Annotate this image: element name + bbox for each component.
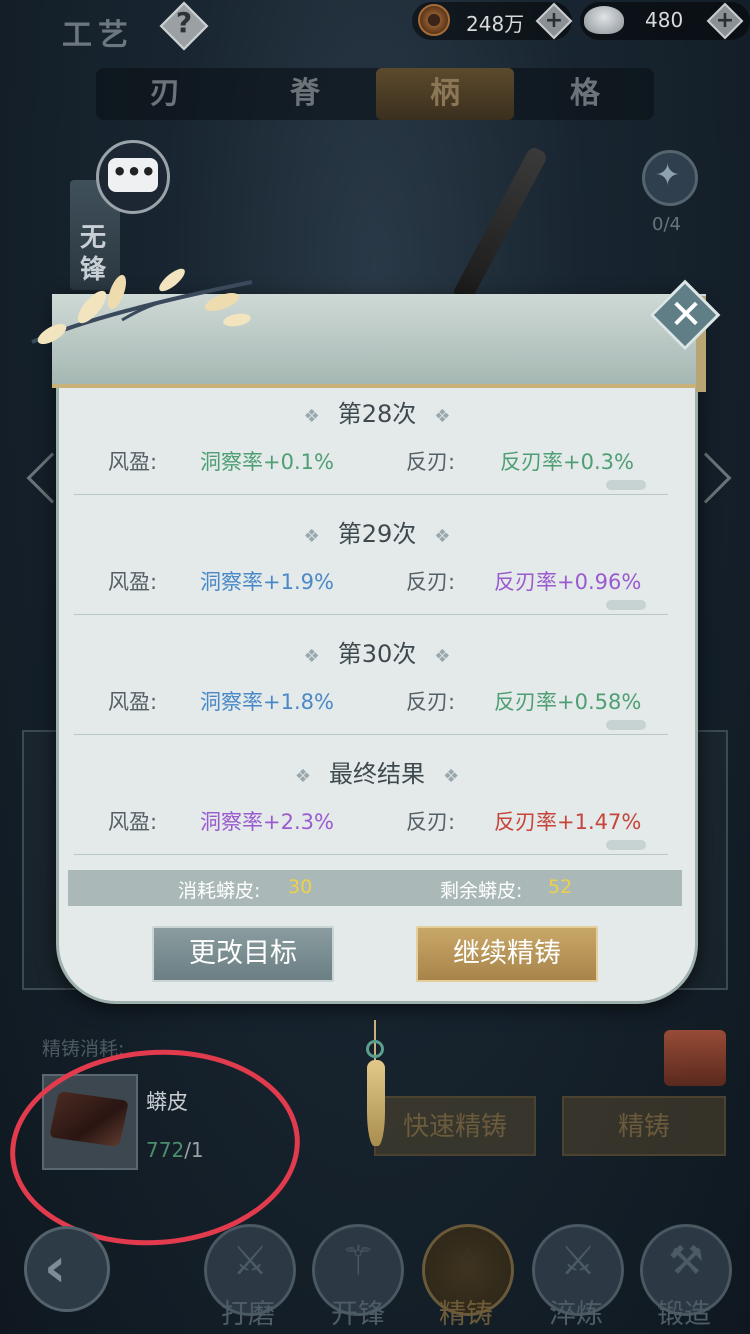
attr-value: 反刃率+0.96% xyxy=(494,570,642,594)
blade-icon: ⚚ xyxy=(340,1238,376,1284)
round-title-text: 第29次 xyxy=(337,520,417,548)
attr-label: 风盈: xyxy=(108,570,158,594)
round-title: ❖ 第29次 ❖ xyxy=(56,514,698,549)
close-icon: ✕ xyxy=(669,292,703,338)
consumed-label: 消耗蟒皮: xyxy=(178,880,261,902)
tab-hilt[interactable]: 柄 xyxy=(376,68,514,120)
cloud-decoration xyxy=(606,480,646,490)
divider xyxy=(74,734,668,735)
diamond-icon: ❖ xyxy=(303,406,320,427)
final-result-title: ❖ 最终结果 ❖ xyxy=(56,754,698,789)
round-title: ❖ 第30次 ❖ xyxy=(56,634,698,669)
coin-icon xyxy=(418,4,450,36)
attr-value: 反刃率+0.3% xyxy=(500,450,634,474)
tab-blade[interactable]: 刃 xyxy=(96,68,234,120)
final-result-text: 最终结果 xyxy=(329,760,425,788)
anvil-hammer-icon: ⚒ xyxy=(668,1238,704,1284)
help-question-mark: ? xyxy=(175,6,193,39)
crossed-swords-icon: ⚔ xyxy=(560,1238,596,1284)
divider xyxy=(74,494,668,495)
diamond-icon: ❖ xyxy=(443,766,460,787)
attr-value: 洞察率+0.1% xyxy=(200,450,334,474)
remaining-label: 剩余蟒皮: xyxy=(440,880,523,902)
consumed-value: 30 xyxy=(288,876,313,898)
attr-label: 风盈: xyxy=(108,690,158,714)
cloud-decoration xyxy=(606,720,646,730)
chat-dots: ••• xyxy=(112,158,156,186)
nav-forge-label: 锻造 xyxy=(657,1299,711,1330)
coin-amount: 248万 xyxy=(466,12,525,36)
silver-ingot-icon xyxy=(584,6,624,34)
gem-slot-icon: ✦ xyxy=(655,158,681,193)
attr-label: 反刃: xyxy=(406,810,456,834)
plus-icon: + xyxy=(544,8,564,33)
attr-value: 反刃率+0.58% xyxy=(494,690,642,714)
shuriken-icon: ✧ xyxy=(451,1238,485,1284)
top-bar: 工艺 ? 248万 + 480 + xyxy=(0,0,750,53)
round-title-text: 第28次 xyxy=(337,400,417,428)
diamond-icon: ❖ xyxy=(434,646,451,667)
nav-sharpen-label: 开锋 xyxy=(331,1299,385,1330)
divider xyxy=(74,614,668,615)
ingot-amount: 480 xyxy=(645,8,684,32)
lantern-icon xyxy=(664,1030,726,1086)
divider xyxy=(74,854,668,855)
quick-cast-button[interactable]: 快速精铸 xyxy=(374,1096,536,1156)
nav-polish-label: 打磨 xyxy=(221,1299,275,1330)
round-title-text: 第30次 xyxy=(337,640,417,668)
cloud-decoration xyxy=(606,600,646,610)
attr-value: 洞察率+2.3% xyxy=(200,810,334,834)
cost-bar xyxy=(68,870,682,906)
attr-label: 反刃: xyxy=(406,570,456,594)
change-target-button[interactable]: 更改目标 xyxy=(152,926,334,982)
back-button[interactable] xyxy=(24,1226,110,1312)
attr-label: 反刃: xyxy=(406,450,456,474)
attr-value: 洞察率+1.8% xyxy=(200,690,334,714)
attr-value: 洞察率+1.9% xyxy=(200,570,334,594)
diamond-icon: ❖ xyxy=(294,766,311,787)
gem-slot-count: 0/4 xyxy=(652,214,681,235)
attr-label: 风盈: xyxy=(108,810,158,834)
attr-label: 风盈: xyxy=(108,450,158,474)
tab-guard[interactable]: 格 xyxy=(516,68,654,120)
cloud-decoration xyxy=(606,840,646,850)
diamond-icon: ❖ xyxy=(434,526,451,547)
attr-value: 反刃率+1.47% xyxy=(494,810,642,834)
nav-refine-label: 精铸 xyxy=(439,1299,493,1330)
remaining-value: 52 xyxy=(548,876,573,898)
page-title: 工艺 xyxy=(62,18,134,53)
cast-button[interactable]: 精铸 xyxy=(562,1096,726,1156)
plus-icon: + xyxy=(715,8,735,33)
tab-spine[interactable]: 脊 xyxy=(236,68,374,120)
round-title: ❖ 第28次 ❖ xyxy=(56,394,698,429)
branch-decoration-icon xyxy=(31,268,253,345)
diamond-icon: ❖ xyxy=(303,646,320,667)
back-chevron-icon: ‹ xyxy=(44,1236,67,1299)
continue-refine-button[interactable]: 继续精铸 xyxy=(416,926,598,982)
diamond-icon: ❖ xyxy=(303,526,320,547)
attr-label: 反刃: xyxy=(406,690,456,714)
diamond-icon: ❖ xyxy=(434,406,451,427)
tassel-icon xyxy=(367,1060,385,1146)
nav-temper-label: 淬炼 xyxy=(549,1299,603,1330)
tassel-ring-icon xyxy=(366,1040,384,1058)
sword-icon: ⚔ xyxy=(232,1238,268,1284)
